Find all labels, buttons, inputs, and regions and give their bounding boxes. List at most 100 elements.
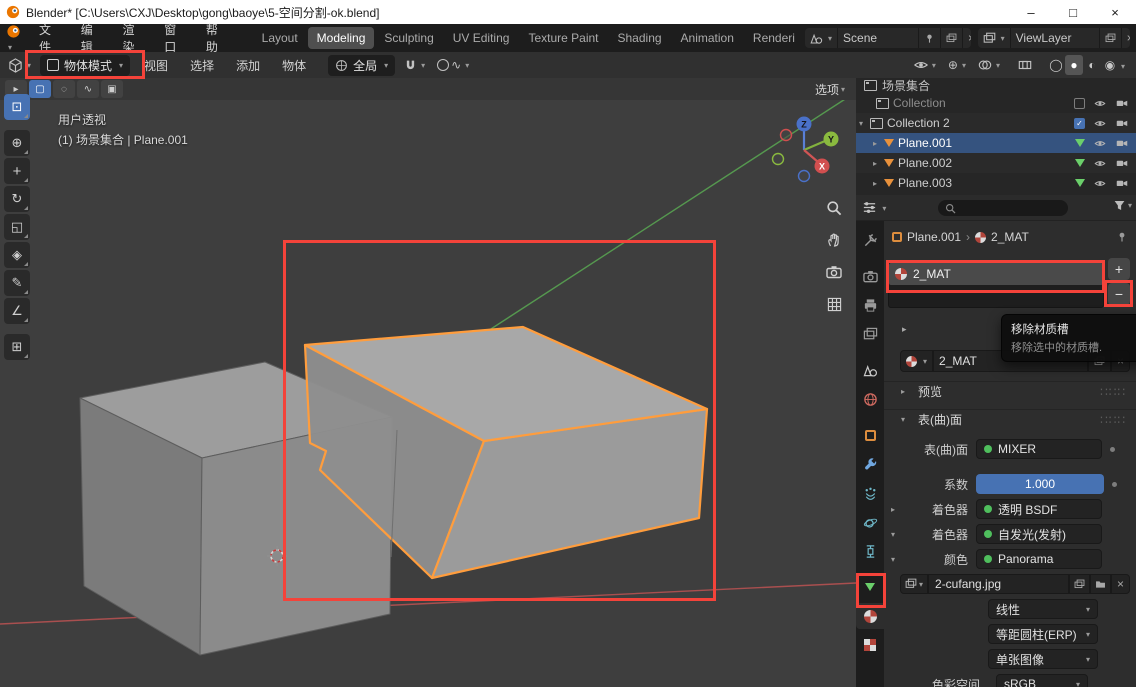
select-box-button[interactable]: ▢ [29,80,51,98]
select-circle-button[interactable]: ◌ [53,80,75,98]
camera-view-button[interactable] [824,262,844,282]
transparent-bsdf-button[interactable]: 透明 BSDF [976,499,1102,519]
zoom-button[interactable] [824,198,844,218]
overlays-dropdown[interactable] [975,58,1003,72]
render-visibility-icon[interactable] [1115,137,1129,149]
show-hide-dropdown[interactable] [911,58,939,72]
expand-caret-icon[interactable]: ▸ [870,139,880,148]
remove-material-slot-button[interactable]: − [1108,283,1130,305]
pan-button[interactable] [824,230,844,250]
tab-output[interactable] [856,292,884,318]
shading-rendered-button[interactable]: ◉ [1101,55,1119,75]
render-visibility-icon[interactable] [1115,117,1129,129]
tool-add-primitive[interactable]: ⊞ [4,334,30,360]
browse-image-button[interactable] [900,574,928,594]
transform-orientation-dropdown[interactable]: 全局 [328,55,395,76]
scene-name[interactable]: Scene [837,28,918,48]
workspace-tab-modeling[interactable]: Modeling [308,27,375,49]
scene-pin-button[interactable] [918,28,940,48]
unlink-image-button[interactable]: × [1111,574,1130,594]
pin-id-button[interactable] [1116,231,1128,243]
tab-world[interactable] [856,386,884,412]
workspace-tab-texture-paint[interactable]: Texture Paint [519,27,607,49]
tab-render[interactable] [856,263,884,289]
tab-particles[interactable] [856,480,884,506]
tool-measure[interactable]: ∠ [4,298,30,324]
workspace-tab-layout[interactable]: Layout [253,27,307,49]
projection-dropdown[interactable]: 等距圆柱(ERP) [988,624,1098,644]
menu-add[interactable]: 添加 [228,54,268,77]
viewport-options-dropdown[interactable]: 选项 [809,81,851,98]
outliner-row-plane001[interactable]: ▸ Plane.001 [856,133,1136,153]
colorspace-dropdown[interactable]: sRGB [996,674,1088,687]
gizmos-dropdown[interactable]: ⊕ [945,58,969,72]
shading-material-button[interactable]: ◐ [1083,55,1101,75]
expand-caret-icon[interactable]: ▾ [856,119,866,128]
outliner-row-collection[interactable]: Collection [856,93,1136,113]
mode-dropdown[interactable]: 物体模式 [40,55,130,76]
toggle-ortho-button[interactable] [824,294,844,314]
decorator-dot[interactable] [1112,482,1117,487]
tab-scene[interactable] [856,357,884,383]
breadcrumb-object[interactable]: Plane.001 [907,230,961,244]
hide-eye-icon[interactable] [1093,138,1107,149]
panel-grip-icon[interactable] [1100,413,1126,427]
workspace-tab-sculpting[interactable]: Sculpting [375,27,442,49]
tab-modifiers[interactable] [856,451,884,477]
image-source-dropdown[interactable]: 单张图像 [988,649,1098,669]
tab-view-layer[interactable] [856,321,884,347]
tool-rotate[interactable]: ↻ [4,186,30,212]
tool-transform[interactable]: ◈ [4,242,30,268]
browse-material-button[interactable] [900,350,933,372]
gizmo-neg-y-axis[interactable] [773,154,784,165]
properties-filter-button[interactable] [1113,199,1132,212]
tab-tool[interactable] [856,227,884,253]
image-name-field[interactable]: 2-cufang.jpg [928,574,1069,594]
open-image-button[interactable] [1090,574,1111,594]
preview-panel-header[interactable]: ▸ 预览 [884,381,1136,401]
workspace-tab-shading[interactable]: Shading [609,27,671,49]
hide-eye-icon[interactable] [1093,118,1107,129]
select-lasso-button[interactable]: ∿ [77,80,99,98]
menu-view[interactable]: 视图 [136,54,176,77]
tab-object-data[interactable] [856,574,884,600]
collection-exclude-checkbox[interactable] [1074,118,1085,129]
panorama-texture-button[interactable]: Panorama [976,549,1102,569]
surface-panel-header[interactable]: ▾ 表(曲)面 [884,409,1136,429]
tool-cursor[interactable]: ⊕ [4,130,30,156]
surface-shader-button[interactable]: MIXER [976,439,1102,459]
editor-type-button[interactable] [5,58,34,73]
expand-caret-icon[interactable]: ▸ [870,179,880,188]
tab-physics[interactable] [856,509,884,535]
gizmo-neg-z-axis[interactable] [799,171,810,182]
interpolation-dropdown[interactable]: 线性 [988,599,1098,619]
tool-scale[interactable]: ◱ [4,214,30,240]
render-visibility-icon[interactable] [1115,177,1129,189]
gizmo-neg-x-axis[interactable] [781,130,792,141]
image-copy-button[interactable] [1069,574,1090,594]
snap-toggle[interactable] [401,59,428,72]
material-slot-row[interactable]: 2_MAT [889,263,1103,285]
menu-select[interactable]: 选择 [182,54,222,77]
viewlayer-browse-button[interactable] [978,28,1010,48]
select-mode-extra-button[interactable]: ▣ [101,80,123,98]
navigation-gizmo[interactable]: Z Y X [773,117,839,182]
emission-shader-button[interactable]: 自发光(发射) [976,524,1102,544]
shading-solid-button[interactable]: ● [1065,55,1083,75]
outliner-row-plane003[interactable]: ▸ Plane.003 [856,173,1136,193]
tool-move[interactable]: + [4,158,30,184]
scene-copy-button[interactable] [940,28,962,48]
viewlayer-name[interactable]: ViewLayer [1010,28,1099,48]
collection-exclude-checkbox[interactable] [1074,98,1085,109]
decorator-dot[interactable] [1110,447,1115,452]
shading-wireframe-button[interactable]: ◯ [1047,55,1065,75]
menu-object[interactable]: 物体 [274,54,314,77]
factor-slider[interactable]: 1.000 [976,474,1104,494]
3d-scene[interactable]: Z Y X [0,78,856,687]
collapse-caret-icon[interactable]: ▸ [884,505,902,514]
shading-dropdown[interactable] [1119,58,1125,72]
hide-eye-icon[interactable] [1093,178,1107,189]
tab-texture[interactable] [856,632,884,658]
proportional-editing-toggle[interactable]: ∿ [434,58,472,72]
collapse-caret-icon[interactable]: ▾ [884,530,902,539]
